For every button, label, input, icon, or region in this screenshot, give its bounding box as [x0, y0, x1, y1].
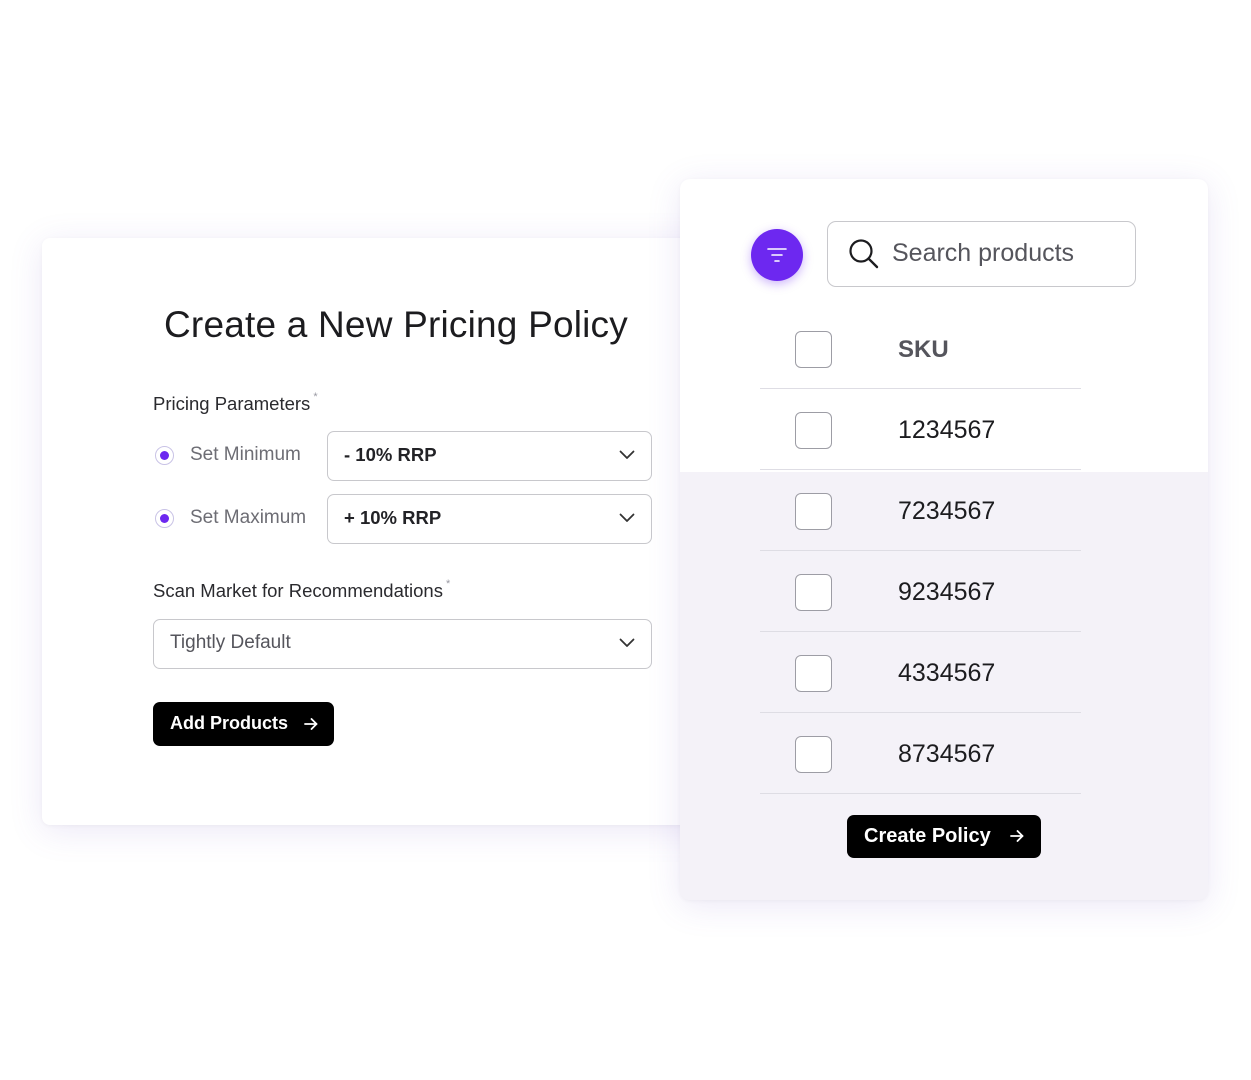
sku-value: 7234567 [898, 497, 996, 525]
search-icon [849, 239, 879, 269]
row-checkbox[interactable] [795, 655, 832, 692]
arrow-right-icon [1010, 830, 1024, 842]
pricing-parameters-label-text: Pricing Parameters [153, 393, 311, 414]
scan-market-select[interactable]: Tightly Default [153, 619, 652, 669]
sku-table: SKU 1234567 7234567 9234567 4334567 8734… [760, 308, 1081, 794]
sku-value: 8734567 [898, 740, 996, 768]
required-marker: * [445, 578, 451, 590]
table-row: 8734567 [760, 713, 1081, 794]
sku-value: 1234567 [898, 416, 996, 444]
row-checkbox[interactable] [795, 493, 832, 530]
product-list-card: SKU 1234567 7234567 9234567 4334567 8734… [680, 179, 1208, 900]
radio-selected-dot [159, 450, 169, 460]
create-policy-button[interactable]: Create Policy [847, 815, 1041, 858]
radio-selected-dot [159, 513, 169, 523]
table-row: 7234567 [760, 470, 1081, 551]
set-maximum-label: Set Maximum [190, 507, 307, 528]
search-input[interactable] [892, 236, 1122, 270]
set-minimum-row: Set Minimum - 10% RRP [153, 431, 653, 481]
pricing-policy-card: Create a New Pricing Policy Pricing Para… [42, 238, 742, 825]
set-minimum-label: Set Minimum [190, 444, 301, 465]
maximum-select-value: + 10% RRP [344, 507, 442, 528]
required-marker: * [313, 391, 318, 403]
row-checkbox[interactable] [795, 736, 832, 773]
table-row: 1234567 [760, 389, 1081, 470]
set-minimum-radio[interactable] [155, 446, 174, 465]
sku-column-header: SKU [898, 336, 949, 363]
chevron-down-icon [619, 513, 635, 522]
page-title: Create a New Pricing Policy [164, 304, 628, 345]
create-policy-button-label: Create Policy [864, 825, 991, 847]
search-box [827, 221, 1136, 287]
maximum-select[interactable]: + 10% RRP [327, 494, 652, 544]
scan-market-select-value: Tightly Default [170, 632, 291, 653]
sku-value: 9234567 [898, 578, 996, 606]
scan-market-label-text: Scan Market for Recommendations [153, 580, 443, 601]
row-checkbox[interactable] [795, 574, 832, 611]
minimum-select[interactable]: - 10% RRP [327, 431, 652, 481]
set-maximum-radio[interactable] [155, 509, 174, 528]
chevron-down-icon [619, 450, 635, 459]
minimum-select-value: - 10% RRP [344, 444, 437, 465]
chevron-down-icon [619, 638, 635, 647]
set-maximum-row: Set Maximum + 10% RRP [153, 494, 653, 544]
table-row: 9234567 [760, 551, 1081, 632]
pricing-parameters-label: Pricing Parameters * [153, 391, 318, 415]
add-products-button-label: Add Products [170, 713, 289, 733]
arrow-right-icon [304, 718, 318, 730]
row-checkbox[interactable] [795, 412, 832, 449]
filter-icon [767, 248, 787, 262]
sku-value: 4334567 [898, 659, 996, 687]
table-row: 4334567 [760, 632, 1081, 713]
add-products-button[interactable]: Add Products [153, 702, 334, 746]
scan-market-label: Scan Market for Recommendations * [153, 578, 451, 602]
table-header-row: SKU [760, 308, 1081, 389]
filter-button[interactable] [751, 229, 803, 281]
select-all-checkbox[interactable] [795, 331, 832, 368]
